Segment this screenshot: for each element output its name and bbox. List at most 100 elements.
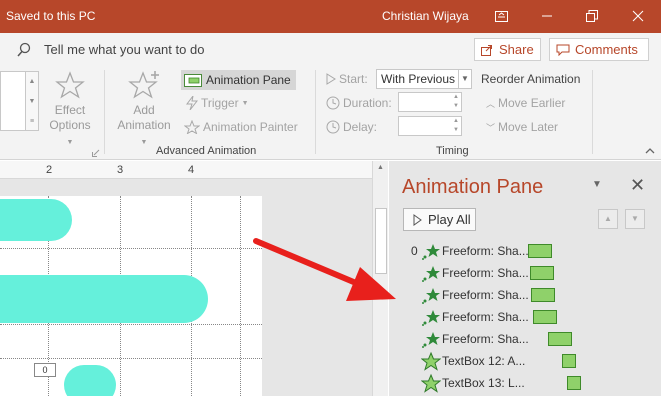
- pane-title: Animation Pane: [402, 176, 544, 198]
- start-select-value: With Previous: [381, 72, 456, 86]
- item-label: TextBox 13: L...: [442, 376, 525, 390]
- timeline-bar[interactable]: [531, 288, 555, 302]
- start-select[interactable]: With Previous ▼: [376, 69, 472, 89]
- timeline-bar[interactable]: [530, 266, 554, 280]
- minimize-button[interactable]: [534, 5, 560, 27]
- timeline-bar[interactable]: [528, 244, 552, 258]
- entrance-star-icon: [421, 351, 441, 371]
- effect-options-button[interactable]: Effect Options ▼: [46, 71, 94, 150]
- ruler-tick: 2: [46, 164, 53, 176]
- freeform-shape[interactable]: [0, 199, 72, 241]
- play-all-button[interactable]: Play All: [403, 208, 476, 231]
- move-later-button[interactable]: ﹀ Move Later: [486, 118, 558, 136]
- collapse-ribbon-icon[interactable]: [645, 147, 655, 154]
- delay-label: Delay:: [343, 120, 378, 134]
- timeline-bar[interactable]: [562, 354, 576, 368]
- move-up-button[interactable]: ▲: [598, 209, 618, 229]
- minimize-icon: [542, 15, 552, 17]
- dialog-launcher-icon[interactable]: [92, 149, 100, 157]
- down-arrow-icon: ▼: [631, 214, 639, 223]
- item-label: TextBox 12: A...: [442, 354, 526, 368]
- animation-list-item[interactable]: Freeform: Sha...: [389, 263, 661, 283]
- gallery-scroll[interactable]: ▲ ▼ ≡: [25, 71, 39, 131]
- comments-button[interactable]: Comments: [549, 38, 649, 61]
- animation-order-tag[interactable]: 0: [34, 363, 56, 377]
- close-icon[interactable]: ✕: [630, 175, 645, 196]
- timeline-bar[interactable]: [533, 310, 557, 324]
- gallery-more-icon: ≡: [29, 118, 35, 125]
- restore-button[interactable]: [579, 5, 605, 27]
- ribbon-separator: [104, 70, 105, 154]
- up-arrow-icon: ▲: [604, 214, 612, 223]
- animation-gallery[interactable]: [0, 71, 28, 131]
- chevron-down-icon: ﹀: [486, 122, 496, 133]
- animation-pane-button[interactable]: Animation Pane: [181, 70, 296, 90]
- tell-me-input[interactable]: Tell me what you want to do: [44, 42, 204, 57]
- animation-pane-icon: [184, 73, 202, 87]
- spin-down-icon[interactable]: ▼: [453, 103, 459, 109]
- clock-icon: [326, 120, 340, 134]
- spin-down-icon[interactable]: ▼: [453, 127, 459, 133]
- item-label: Freeform: Sha...: [442, 288, 529, 302]
- add-animation-icon: [128, 71, 159, 99]
- scrollbar-thumb[interactable]: [375, 208, 387, 274]
- animation-list-item[interactable]: Freeform: Sha...: [389, 329, 661, 349]
- duration-label-row: Duration:: [326, 94, 392, 112]
- play-icon: [413, 213, 422, 226]
- ribbon-display-options-button[interactable]: [488, 5, 514, 27]
- move-earlier-button[interactable]: ︿ Move Earlier: [486, 94, 565, 112]
- chevron-up-icon: ︿: [486, 98, 496, 109]
- duration-spinner[interactable]: ▲ ▼: [398, 92, 462, 112]
- animation-list-item[interactable]: Freeform: Sha...: [389, 307, 661, 327]
- animation-list-item[interactable]: TextBox 12: A...: [389, 351, 661, 371]
- freeform-shape[interactable]: [64, 365, 116, 396]
- lightning-icon: [186, 96, 198, 110]
- motion-path-star-icon: [422, 332, 440, 348]
- delay-spinner[interactable]: ▲ ▼: [398, 116, 462, 136]
- move-down-button[interactable]: ▼: [625, 209, 645, 229]
- animations-ribbon: ▲ ▼ ≡ Effect Options ▼ Add Animation ▼ A…: [0, 66, 661, 160]
- item-label: Freeform: Sha...: [442, 310, 529, 324]
- gallery-down-icon: ▼: [28, 98, 36, 105]
- ribbon-separator: [315, 70, 316, 154]
- animation-pane-label: Animation Pane: [206, 73, 291, 87]
- animation-list-item[interactable]: 0 Freeform: Sha...: [389, 241, 661, 261]
- motion-path-star-icon: [422, 288, 440, 304]
- motion-path-star-icon: [422, 310, 440, 326]
- timeline-bar[interactable]: [567, 376, 581, 390]
- close-button[interactable]: [625, 5, 651, 27]
- animation-painter-button[interactable]: Animation Painter: [184, 118, 298, 136]
- freeform-shape[interactable]: [0, 275, 208, 323]
- effect-options-icon: [55, 71, 85, 99]
- clock-icon: [326, 96, 340, 110]
- timing-group-label: Timing: [436, 145, 469, 157]
- delay-label-row: Delay:: [326, 118, 377, 136]
- horizontal-ruler: 2 3 4: [0, 161, 372, 179]
- animation-list-item[interactable]: Freeform: Sha...: [389, 285, 661, 305]
- effect-options-label-2: Options: [49, 118, 91, 132]
- timeline-bar[interactable]: [548, 332, 572, 346]
- slide-scrollbar[interactable]: ▲: [372, 161, 388, 396]
- add-animation-button[interactable]: Add Animation ▼: [113, 71, 175, 150]
- trigger-label: Trigger: [201, 96, 239, 110]
- share-button[interactable]: Share: [474, 38, 541, 61]
- move-earlier-label: Move Earlier: [498, 96, 566, 110]
- trigger-button[interactable]: Trigger ▼: [186, 94, 249, 112]
- effect-options-label-1: Effect: [54, 103, 86, 117]
- spin-up-icon[interactable]: ▲: [453, 94, 459, 100]
- spin-up-icon[interactable]: ▲: [453, 118, 459, 124]
- pane-options-icon[interactable]: ▼: [592, 179, 602, 190]
- slide-editor: 2 3 4 0: [0, 161, 372, 396]
- start-label-row: Start:: [326, 70, 368, 88]
- grid-line: [0, 324, 262, 325]
- ribbon-separator: [592, 70, 593, 154]
- comment-icon: [556, 44, 570, 56]
- comments-label: Comments: [575, 42, 638, 57]
- scroll-up-icon[interactable]: ▲: [377, 164, 384, 171]
- grid-line: [0, 358, 262, 359]
- animation-list-item[interactable]: TextBox 13: L...: [389, 373, 661, 393]
- title-bar: Saved to this PC Christian Wijaya: [0, 0, 661, 33]
- ruler-tick: 4: [188, 164, 195, 176]
- user-name[interactable]: Christian Wijaya: [382, 9, 469, 23]
- share-icon: [481, 44, 492, 56]
